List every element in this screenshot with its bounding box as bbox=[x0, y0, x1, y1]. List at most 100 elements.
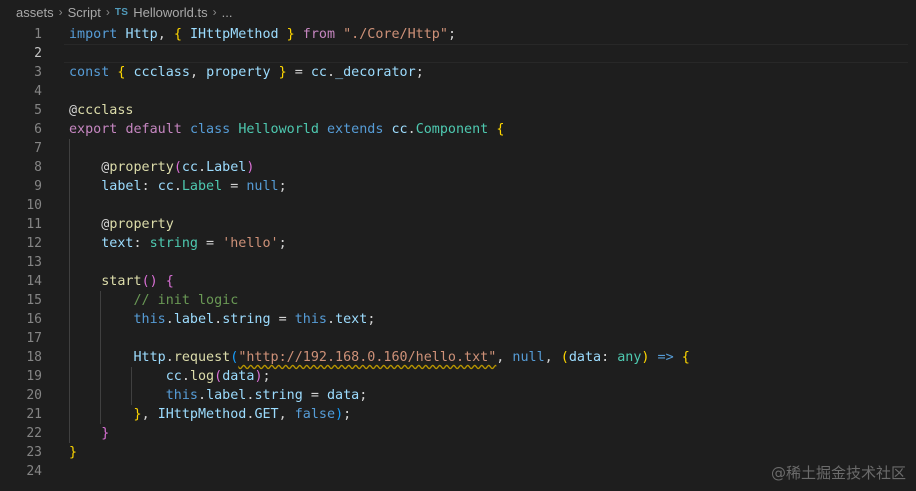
code-token: ccclass bbox=[133, 65, 190, 80]
code-text: }, IHttpMethod.GET, false); bbox=[69, 405, 352, 424]
code-token: // init logic bbox=[133, 293, 239, 308]
code-token: ; bbox=[278, 179, 287, 194]
code-token: 'hello' bbox=[222, 236, 279, 251]
line-number: 7 bbox=[34, 141, 42, 156]
watermark: @稀土掘金技术社区 bbox=[770, 464, 906, 482]
code-token: : bbox=[141, 179, 158, 194]
breadcrumb: assets › Script › TS Helloworld.ts › ... bbox=[0, 0, 916, 24]
line-number: 16 bbox=[26, 312, 42, 327]
line-number: 3 bbox=[34, 65, 42, 80]
code-token: , bbox=[157, 27, 174, 42]
line-number: 23 bbox=[26, 445, 42, 460]
code-token: . bbox=[198, 388, 207, 403]
code-token: text bbox=[335, 312, 368, 327]
chevron-right-icon: › bbox=[212, 5, 217, 19]
code-line[interactable]: 10 bbox=[0, 196, 916, 215]
code-line[interactable]: 22 } bbox=[0, 424, 916, 443]
code-token: this bbox=[294, 312, 327, 327]
breadcrumb-item-assets[interactable]: assets bbox=[16, 5, 54, 20]
code-token: label bbox=[101, 179, 142, 194]
code-text: text: string = 'hello'; bbox=[69, 234, 286, 253]
line-number: 6 bbox=[34, 122, 42, 137]
code-token: { bbox=[165, 274, 174, 289]
code-token: "./Core/Http" bbox=[343, 27, 448, 42]
code-line[interactable]: 23} bbox=[0, 443, 916, 462]
code-line[interactable]: 1 import Http, { IHttpMethod } from "./Co… bbox=[0, 25, 916, 44]
code-token: { bbox=[173, 27, 190, 42]
code-line[interactable]: 5 @ccclass bbox=[0, 101, 916, 120]
code-token: . bbox=[173, 179, 182, 194]
code-token: property bbox=[109, 160, 174, 175]
code-line[interactable]: 4 bbox=[0, 82, 916, 101]
code-editor[interactable]: 1 import Http, { IHttpMethod } from "./Co… bbox=[0, 24, 916, 491]
line-number: 22 bbox=[26, 426, 42, 441]
code-token: } bbox=[101, 426, 110, 441]
code-token: Helloworld bbox=[238, 122, 327, 137]
code-line[interactable]: 2 bbox=[0, 44, 916, 63]
code-line[interactable]: 8 @property(cc.Label) bbox=[0, 158, 916, 177]
code-line[interactable]: 16 this.label.string = this.text; bbox=[0, 310, 916, 329]
code-token: IHttpMethod bbox=[189, 27, 279, 42]
code-text: @property bbox=[69, 215, 174, 234]
code-line[interactable]: 15 // init logic bbox=[0, 291, 916, 310]
chevron-right-icon: › bbox=[105, 5, 110, 19]
line-number: 11 bbox=[26, 217, 42, 232]
code-token: data bbox=[222, 369, 255, 384]
code-token: ( bbox=[560, 350, 569, 365]
code-token: . bbox=[407, 122, 416, 137]
code-token: . bbox=[214, 312, 223, 327]
line-number: 18 bbox=[26, 350, 42, 365]
code-token: ( bbox=[214, 369, 223, 384]
code-text: } bbox=[69, 424, 109, 443]
code-token: ) bbox=[254, 369, 263, 384]
indent-guide bbox=[69, 139, 70, 443]
code-token: default bbox=[125, 122, 190, 137]
code-text: this.label.string = data; bbox=[69, 386, 368, 405]
code-token: Component bbox=[415, 122, 497, 137]
code-line[interactable]: 9 label: cc.Label = null; bbox=[0, 177, 916, 196]
code-text: export default class Helloworld extends … bbox=[69, 120, 504, 139]
code-line[interactable]: 21 }, IHttpMethod.GET, false); bbox=[0, 405, 916, 424]
code-line[interactable]: 18 Http.request ("http://192.168.0.160/he… bbox=[0, 348, 916, 367]
code-text: // init logic bbox=[69, 291, 239, 310]
code-token: { bbox=[117, 65, 134, 80]
code-line[interactable]: 12 text: string = 'hello'; bbox=[0, 234, 916, 253]
line-number: 24 bbox=[26, 464, 42, 479]
code-token: string bbox=[254, 388, 303, 403]
code-token: } bbox=[270, 65, 287, 80]
code-line[interactable]: 13 bbox=[0, 253, 916, 272]
code-line[interactable]: 3 const { ccclass, property } = cc._decor… bbox=[0, 63, 916, 82]
code-text: import Http, { IHttpMethod } from "./Cor… bbox=[69, 25, 456, 44]
line-number: 19 bbox=[26, 369, 42, 384]
code-line[interactable]: 17 bbox=[0, 329, 916, 348]
breadcrumb-item-symbols[interactable]: ... bbox=[222, 5, 233, 20]
code-token: label bbox=[173, 312, 215, 327]
breadcrumb-item-script[interactable]: Script bbox=[68, 5, 101, 20]
code-line[interactable]: 7 bbox=[0, 139, 916, 158]
code-line[interactable]: 11 @property bbox=[0, 215, 916, 234]
code-line[interactable]: 14 start() { bbox=[0, 272, 916, 291]
indent-guide bbox=[130, 367, 132, 405]
line-number: 8 bbox=[34, 160, 42, 175]
code-token: . bbox=[165, 350, 174, 365]
line-number: 4 bbox=[34, 84, 42, 99]
code-text: @ccclass bbox=[69, 101, 134, 120]
code-token: data bbox=[568, 350, 602, 365]
code-line[interactable]: 19 cc.log(data); bbox=[0, 367, 916, 386]
code-token: string bbox=[222, 312, 271, 327]
code-text: start() { bbox=[69, 272, 174, 291]
code-token: ( bbox=[173, 160, 182, 175]
code-token: request bbox=[173, 350, 231, 365]
code-token: GET bbox=[254, 407, 279, 422]
code-token: Label bbox=[206, 160, 247, 175]
code-line[interactable]: 6 export default class Helloworld extends… bbox=[0, 120, 916, 139]
code-token: ; bbox=[359, 388, 368, 403]
code-token: any bbox=[617, 350, 642, 365]
breadcrumb-item-file[interactable]: Helloworld.ts bbox=[133, 5, 207, 20]
code-line[interactable]: 20 this.label.string = data; bbox=[0, 386, 916, 405]
code-token: @ bbox=[69, 103, 78, 118]
line-number: 14 bbox=[26, 274, 42, 289]
